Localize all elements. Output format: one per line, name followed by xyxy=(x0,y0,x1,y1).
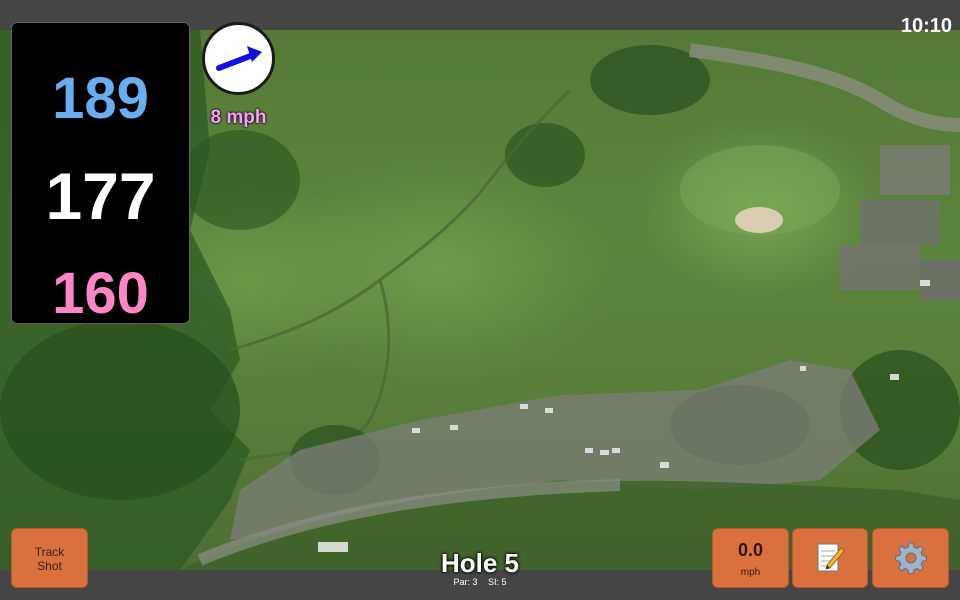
shot-speed-button[interactable]: 0.0 mph xyxy=(712,528,789,588)
center-yardage: 177 xyxy=(45,159,156,233)
yardage-panel: 189 177 160 xyxy=(11,22,190,326)
shot-speed-unit: mph xyxy=(740,567,761,578)
track-shot-label-line2: Shot xyxy=(37,559,62,573)
clock: 10:10 xyxy=(900,15,952,37)
wind-arrow-icon xyxy=(216,46,262,71)
hole-meta: Par: 3 SI: 5 xyxy=(380,577,580,587)
gear-icon xyxy=(894,542,927,575)
settings-button[interactable] xyxy=(872,528,949,588)
wind-speed: 8 mph xyxy=(210,107,267,128)
front-yardage: 160 xyxy=(52,261,149,326)
wind-dial xyxy=(202,22,275,95)
hole-par: Par: 3 xyxy=(453,577,478,587)
back-yardage: 189 xyxy=(52,66,149,131)
track-shot-label-line1: Track xyxy=(34,545,65,559)
hole-title: Hole 5 xyxy=(440,548,520,578)
notes-button[interactable] xyxy=(792,528,868,588)
track-shot-button[interactable]: Track Shot xyxy=(11,528,88,588)
hole-stroke-index: SI: 5 xyxy=(488,577,507,587)
shot-speed-value: 0.0 xyxy=(737,540,764,560)
notepad-icon xyxy=(817,543,845,572)
